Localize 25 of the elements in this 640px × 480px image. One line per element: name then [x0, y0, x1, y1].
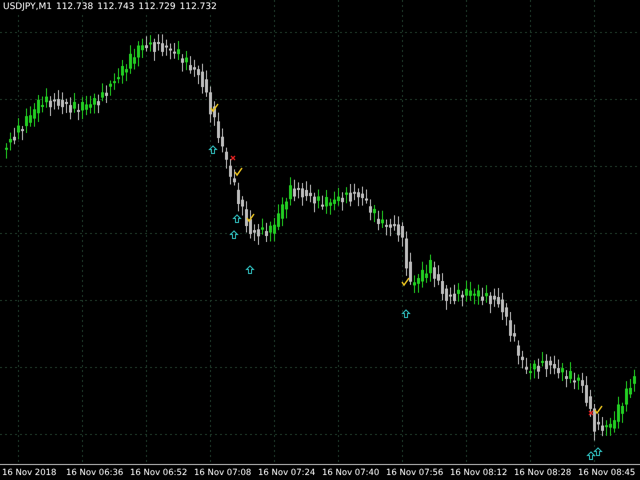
symbol-label: USDJPY,M1 [3, 2, 52, 13]
time-label: 16 Nov 07:08 [194, 468, 252, 478]
price-value: 112.743 [97, 2, 134, 13]
up-arrow-icon [245, 265, 255, 274]
check-mark-icon [594, 406, 603, 414]
check-mark-icon [234, 168, 243, 176]
up-arrow-icon [208, 145, 218, 154]
time-label: 16 Nov 08:28 [514, 468, 572, 478]
check-mark-icon [210, 104, 219, 112]
time-label: 16 Nov 07:56 [386, 468, 444, 478]
time-label: 16 Nov 07:40 [322, 468, 380, 478]
time-label: 16 Nov 2018 [2, 468, 58, 478]
time-label: 16 Nov 08:12 [450, 468, 508, 478]
time-label: 16 Nov 06:52 [130, 468, 188, 478]
check-mark-icon [246, 214, 255, 222]
cross-mark-icon [588, 410, 594, 416]
price-value: 112.732 [180, 2, 217, 13]
cross-mark-icon [230, 155, 236, 161]
time-label: 16 Nov 08:45 [578, 468, 636, 478]
time-label: 16 Nov 07:24 [258, 468, 316, 478]
price-value: 112.729 [138, 2, 176, 13]
time-label: 16 Nov 06:36 [66, 468, 124, 478]
price-value: 112.738 [56, 2, 94, 13]
up-arrow-icon [401, 309, 411, 318]
check-mark-icon [401, 278, 410, 286]
